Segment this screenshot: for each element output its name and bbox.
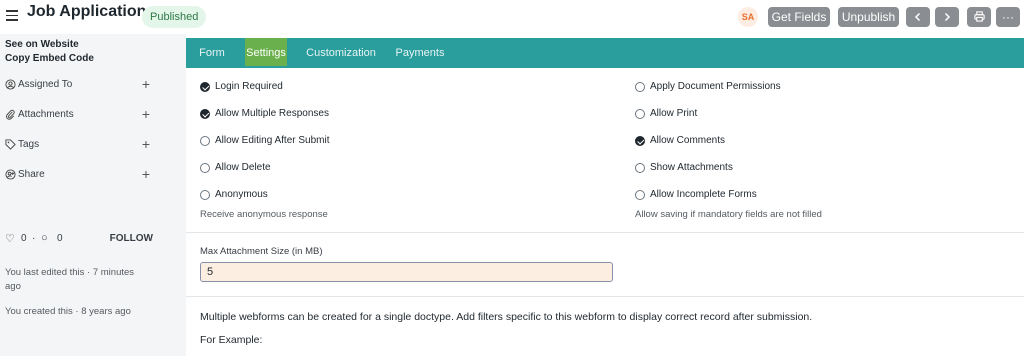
avatar[interactable]: SA: [738, 7, 758, 27]
menu-icon[interactable]: [6, 10, 18, 21]
add-icon[interactable]: +: [142, 136, 150, 152]
tab-customization[interactable]: Customization: [296, 38, 386, 68]
unpublish-button[interactable]: Unpublish: [838, 7, 899, 27]
add-icon[interactable]: +: [142, 166, 150, 182]
checkbox-label: Allow Editing After Submit: [215, 135, 330, 146]
sidebar-item-tags[interactable]: Tags +: [5, 136, 150, 154]
checkbox-checked[interactable]: [200, 82, 210, 92]
last-edited-text: You last edited this · 7 minutes ago: [5, 267, 135, 292]
share-icon: [5, 169, 16, 180]
checkbox-label: Allow Multiple Responses: [215, 108, 329, 119]
checkbox-label: Anonymous: [215, 189, 268, 200]
checkbox-label: Show Attachments: [650, 162, 733, 173]
checkbox-label: Allow Comments: [650, 135, 726, 146]
max-attachment-size-label: Max Attachment Size (in MB): [200, 246, 323, 257]
page-header: Job Application Published SA Get Fields …: [0, 0, 1024, 34]
sidebar: See on Website Copy Embed Code Assigned …: [0, 34, 186, 356]
page-title: Job Application: [27, 3, 147, 20]
sidebar-item-label: Tags: [18, 139, 40, 150]
tab-settings[interactable]: Settings: [245, 38, 287, 68]
comments-count: 0: [57, 233, 63, 244]
checkbox-checked[interactable]: [200, 109, 210, 119]
status-badge: Published: [142, 6, 207, 28]
checkbox-unchecked[interactable]: [635, 82, 645, 92]
checkbox-unchecked[interactable]: [200, 163, 210, 173]
checkbox-label: Login Required: [215, 81, 283, 92]
likes-count: 0: [21, 233, 27, 244]
anonymous-description: Receive anonymous response: [200, 209, 328, 220]
checkbox-label: Allow Print: [650, 108, 698, 119]
help-text: Multiple webforms can be created for a s…: [200, 311, 813, 323]
get-fields-button[interactable]: Get Fields: [768, 7, 830, 27]
section-divider: [186, 296, 1024, 297]
add-icon[interactable]: +: [142, 106, 150, 122]
sidebar-item-label: Attachments: [18, 109, 74, 120]
example-heading: For Example:: [200, 334, 263, 346]
tab-bar: Form Settings Customization Payments: [186, 38, 1024, 68]
incomplete-forms-description: Allow saving if mandatory fields are not…: [635, 209, 822, 220]
paperclip-icon: [6, 109, 15, 120]
checkbox-unchecked[interactable]: [200, 136, 210, 146]
checkbox-unchecked[interactable]: [635, 163, 645, 173]
checkbox-checked[interactable]: [635, 136, 645, 146]
checkbox-unchecked[interactable]: [635, 190, 645, 200]
sidebar-item-share[interactable]: Share +: [5, 166, 150, 184]
more-button[interactable]: ···: [996, 7, 1020, 27]
more-icon: ···: [1002, 10, 1014, 24]
comment-icon[interactable]: ○: [41, 232, 48, 244]
tag-icon: [5, 139, 16, 150]
checkbox-unchecked[interactable]: [200, 190, 210, 200]
user-circle-icon: [5, 79, 16, 90]
tab-payments[interactable]: Payments: [388, 38, 452, 68]
chevron-right-icon: [944, 12, 951, 22]
sidebar-item-assigned-to[interactable]: Assigned To +: [5, 76, 150, 94]
created-text: You created this · 8 years ago: [5, 306, 131, 317]
see-on-website-link[interactable]: See on Website: [5, 39, 79, 50]
checkbox-unchecked[interactable]: [635, 109, 645, 119]
prev-button[interactable]: [906, 7, 930, 27]
settings-panel: Login Required Allow Multiple Responses …: [186, 68, 1024, 356]
follow-button[interactable]: FOLLOW: [110, 233, 153, 244]
add-icon[interactable]: +: [142, 76, 150, 92]
printer-icon: [973, 11, 985, 22]
next-button[interactable]: [935, 7, 959, 27]
sidebar-item-label: Assigned To: [18, 79, 73, 90]
chevron-left-icon: [914, 12, 921, 22]
tab-form[interactable]: Form: [186, 38, 238, 68]
checkbox-label: Allow Incomplete Forms: [650, 189, 757, 200]
section-divider: [186, 232, 1024, 233]
print-button[interactable]: [967, 7, 991, 27]
max-attachment-size-input[interactable]: 5: [200, 262, 613, 282]
checkbox-label: Apply Document Permissions: [650, 81, 781, 92]
sidebar-item-attachments[interactable]: Attachments +: [5, 106, 150, 124]
checkbox-label: Allow Delete: [215, 162, 271, 173]
heart-icon[interactable]: ♡: [5, 232, 15, 245]
sidebar-item-label: Share: [18, 169, 45, 180]
copy-embed-code-link[interactable]: Copy Embed Code: [5, 53, 94, 64]
separator: ·: [32, 233, 36, 244]
